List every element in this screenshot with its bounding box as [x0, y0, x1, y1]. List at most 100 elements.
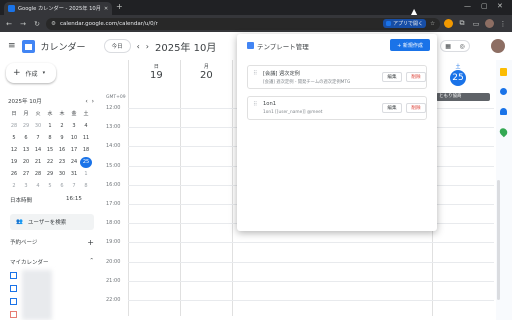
mini-day[interactable]: 13: [20, 145, 32, 156]
mini-day[interactable]: 25: [80, 157, 92, 168]
mini-prev-icon[interactable]: ‹: [85, 98, 87, 105]
extensions-puzzle-icon[interactable]: ⧉: [457, 19, 467, 29]
mini-day[interactable]: 14: [32, 145, 44, 156]
mini-day[interactable]: 5: [8, 133, 20, 144]
booking-pages-row[interactable]: 予約ページ +: [10, 238, 94, 247]
minimize-icon[interactable]: —: [464, 2, 471, 10]
delete-button[interactable]: 削除: [406, 103, 426, 113]
mini-day[interactable]: 22: [44, 157, 56, 168]
browser-menu-icon[interactable]: ⋮: [498, 19, 508, 29]
mini-next-icon[interactable]: ›: [92, 98, 94, 105]
mini-day[interactable]: 24: [68, 157, 80, 168]
calendar-checkbox[interactable]: [10, 285, 17, 292]
mini-day[interactable]: 4: [32, 181, 44, 192]
maximize-icon[interactable]: ▢: [481, 2, 488, 10]
new-template-button[interactable]: + 新規作成: [390, 39, 430, 51]
view-toggle[interactable]: ▦ ◎: [440, 40, 470, 52]
create-button[interactable]: + 作成 ▾: [6, 63, 56, 83]
mini-day[interactable]: 29: [44, 169, 56, 180]
mini-day[interactable]: 28: [32, 169, 44, 180]
contacts-icon[interactable]: [500, 108, 507, 115]
mini-day[interactable]: 19: [8, 157, 20, 168]
drag-handle-icon[interactable]: ⠿: [253, 70, 257, 77]
maps-icon[interactable]: [498, 126, 509, 138]
mini-day[interactable]: 12: [8, 145, 20, 156]
day-number-today[interactable]: 25: [450, 70, 466, 86]
mini-day[interactable]: 7: [68, 181, 80, 192]
scrollbar[interactable]: [497, 180, 500, 300]
edit-button[interactable]: 編集: [382, 72, 402, 82]
open-in-app-button[interactable]: アプリで開く: [383, 19, 427, 28]
new-tab-icon[interactable]: +: [116, 2, 123, 11]
main-menu-icon[interactable]: ≡: [8, 41, 16, 51]
mini-day[interactable]: 3: [68, 121, 80, 132]
close-window-icon[interactable]: ✕: [497, 2, 503, 10]
mini-day[interactable]: 11: [80, 133, 92, 144]
split-view-icon[interactable]: ▭: [471, 19, 481, 29]
reload-icon[interactable]: ↻: [32, 19, 42, 29]
mini-day[interactable]: 15: [44, 145, 56, 156]
mini-day[interactable]: 5: [44, 181, 56, 192]
next-period-icon[interactable]: ›: [146, 42, 149, 51]
mini-day[interactable]: 23: [56, 157, 68, 168]
calendar-checkbox[interactable]: [10, 272, 17, 279]
calendar-checkbox[interactable]: [10, 311, 17, 318]
mini-day[interactable]: 9: [56, 133, 68, 144]
mini-day[interactable]: 1: [80, 169, 92, 180]
close-tab-icon[interactable]: ✕: [104, 6, 108, 12]
drag-handle-icon[interactable]: ⠿: [253, 101, 257, 108]
tasks-view-icon[interactable]: ◎: [459, 43, 464, 50]
browser-tab[interactable]: Google カレンダー - 2025年 10月 ✕: [4, 2, 112, 15]
back-icon[interactable]: ←: [4, 19, 14, 29]
day-column[interactable]: [232, 60, 233, 316]
forward-icon[interactable]: →: [18, 19, 28, 29]
mini-day[interactable]: 29: [20, 121, 32, 132]
mini-day[interactable]: 8: [44, 133, 56, 144]
extension-icon[interactable]: [444, 19, 453, 28]
all-day-event[interactable]: ともり協商: [436, 93, 490, 101]
keep-icon[interactable]: [500, 68, 507, 76]
mini-day[interactable]: 6: [56, 181, 68, 192]
calendar-view-icon[interactable]: ▦: [445, 43, 451, 50]
mini-day[interactable]: 8: [80, 181, 92, 192]
add-booking-icon[interactable]: +: [87, 238, 94, 247]
calendar-checkbox[interactable]: [10, 298, 17, 305]
mini-day[interactable]: 28: [8, 121, 20, 132]
mini-day[interactable]: 6: [20, 133, 32, 144]
mini-day[interactable]: 21: [32, 157, 44, 168]
bookmark-star-icon[interactable]: ☆: [430, 21, 435, 27]
tasks-icon[interactable]: [500, 88, 507, 95]
my-calendars-header[interactable]: マイカレンダー ⌃: [10, 258, 94, 266]
day-column[interactable]: [128, 60, 129, 316]
day-number[interactable]: 20: [200, 70, 213, 81]
today-button[interactable]: 今日: [103, 39, 131, 53]
collapse-icon[interactable]: ⌃: [89, 258, 94, 266]
mini-day[interactable]: 18: [80, 145, 92, 156]
mini-day[interactable]: 31: [68, 169, 80, 180]
mini-day[interactable]: 20: [20, 157, 32, 168]
template-card[interactable]: ⠿ 1on1 1on1 [[user_name]] @meet 編集 削除: [247, 96, 427, 120]
edit-button[interactable]: 編集: [382, 103, 402, 113]
prev-period-icon[interactable]: ‹: [137, 42, 140, 51]
search-people-field[interactable]: 👥 ユーザーを検索: [10, 214, 94, 230]
delete-button[interactable]: 削除: [406, 72, 426, 82]
mini-day[interactable]: 7: [32, 133, 44, 144]
mini-day[interactable]: 16: [56, 145, 68, 156]
mini-day[interactable]: 2: [56, 121, 68, 132]
url-bar[interactable]: ⚙ calendar.google.com/calendar/u/0/r アプリ…: [46, 17, 440, 30]
account-avatar[interactable]: [491, 39, 505, 53]
template-card[interactable]: ⠿ [会議] 週次定例 [会議] 週次定例 - 開発チームの週次定例MTG 編集…: [247, 65, 427, 89]
day-number[interactable]: 19: [150, 70, 163, 81]
mini-day[interactable]: 10: [68, 133, 80, 144]
mini-day[interactable]: 1: [44, 121, 56, 132]
mini-day[interactable]: 30: [32, 121, 44, 132]
mini-day[interactable]: 27: [20, 169, 32, 180]
mini-day[interactable]: 26: [8, 169, 20, 180]
mini-day[interactable]: 2: [8, 181, 20, 192]
mini-day[interactable]: 3: [20, 181, 32, 192]
day-column[interactable]: [180, 60, 181, 316]
mini-day[interactable]: 30: [56, 169, 68, 180]
site-info-icon[interactable]: ⚙: [51, 21, 56, 27]
profile-avatar[interactable]: [485, 19, 494, 28]
mini-day[interactable]: 17: [68, 145, 80, 156]
